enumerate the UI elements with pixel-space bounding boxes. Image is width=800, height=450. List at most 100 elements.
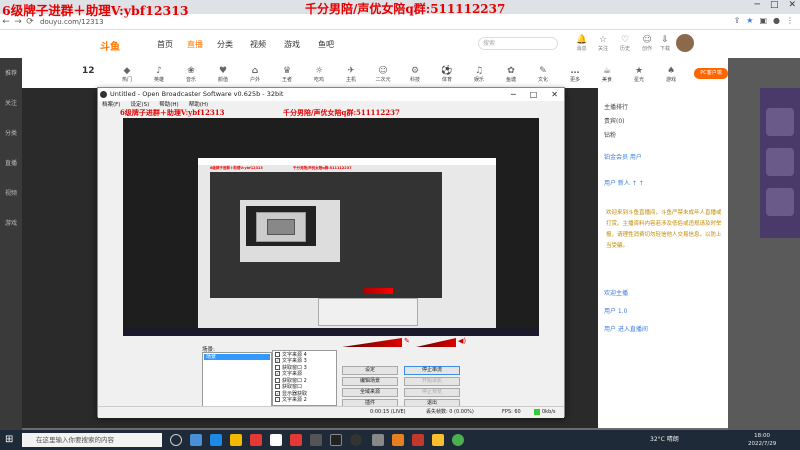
status-bitrate: 0kb/s — [542, 409, 556, 415]
source-checkbox[interactable] — [275, 397, 280, 403]
category-item[interactable]: ✿ 鱼塘 — [498, 66, 524, 83]
category-item[interactable]: ♠ 游戏 — [658, 66, 684, 83]
category-item[interactable]: ♪ 英雄 — [146, 66, 172, 83]
category-label: 王者 — [281, 77, 292, 83]
header-create[interactable]: ☺ 创作 — [642, 35, 652, 52]
gift-item[interactable] — [766, 108, 794, 136]
gift-item[interactable] — [766, 188, 794, 216]
profile-icon[interactable]: ● — [773, 16, 780, 25]
rail-item-recommend[interactable]: 推荐 — [3, 68, 19, 77]
source-checkbox[interactable] — [275, 377, 280, 383]
minimize-icon[interactable]: ─ — [755, 0, 760, 10]
header-bell[interactable]: 🔔 消息 — [576, 35, 587, 52]
obs-icon[interactable] — [350, 434, 362, 446]
source-checkbox[interactable] — [275, 351, 280, 357]
bookmark-star-icon[interactable]: ★ — [746, 16, 753, 25]
maximize-icon[interactable]: □ — [770, 0, 779, 10]
category-item[interactable]: ✈ 主机 — [338, 66, 364, 83]
global-sources-button[interactable]: 全域来源 — [342, 388, 398, 397]
app-icon[interactable] — [372, 434, 384, 446]
nested-preview-3 — [256, 212, 306, 242]
category-item[interactable]: ❀ 音乐 — [178, 66, 204, 83]
source-checkbox[interactable]: ✓ — [275, 371, 280, 377]
rail-item-follow[interactable]: 关注 — [3, 98, 19, 107]
menu-icon[interactable]: ⋮ — [786, 16, 794, 25]
category-item[interactable]: … 更多 — [562, 66, 588, 83]
taskbar-search-input[interactable]: 在这里输入你要搜索的内容 — [22, 433, 162, 447]
extensions-icon[interactable]: ▣ — [759, 16, 767, 25]
taskbar-clock[interactable]: 18:00 2022/7/29 — [748, 432, 776, 448]
category-item[interactable]: ♛ 王者 — [274, 66, 300, 83]
explorer-icon[interactable] — [230, 434, 242, 446]
category-item[interactable]: ☕ 美食 — [594, 66, 620, 83]
panel-rank[interactable]: 主播排行 — [604, 102, 628, 111]
app-icon[interactable] — [392, 434, 404, 446]
category-icon: ♛ — [282, 66, 292, 76]
mic-icon[interactable]: ✎ — [404, 337, 410, 345]
panel-fans[interactable]: 钻粉 — [604, 130, 616, 139]
app-icon[interactable] — [432, 434, 444, 446]
stop-stream-button[interactable]: 停止串流 — [404, 366, 460, 375]
category-item[interactable]: ✎ 文化 — [530, 66, 556, 83]
rail-item-live[interactable]: 直播 — [3, 158, 19, 167]
app-icon[interactable] — [190, 434, 202, 446]
speaker-icon[interactable]: ◀) — [458, 337, 466, 345]
nav-game[interactable]: 游戏 — [284, 39, 300, 50]
source-item[interactable]: 文字来源 2 — [273, 397, 336, 403]
share-icon[interactable]: ⇪ — [734, 16, 741, 25]
avatar[interactable] — [676, 34, 694, 52]
header-history[interactable]: ♡ 历史 — [620, 35, 630, 52]
nav-live[interactable]: 直播 — [187, 39, 203, 50]
edge-icon[interactable] — [210, 434, 222, 446]
start-record-button[interactable]: 开始录影 — [404, 377, 460, 386]
rail-item-category[interactable]: 分类 — [3, 128, 19, 137]
app-icon[interactable] — [270, 434, 282, 446]
gift-item[interactable] — [766, 148, 794, 176]
scene-item[interactable]: 场景 — [204, 354, 270, 360]
weather-widget[interactable]: 32°C 晴朗 — [650, 434, 679, 443]
category-icon: ♪ — [156, 66, 162, 76]
nav-home[interactable]: 首页 — [157, 39, 173, 50]
category-item[interactable]: ☺ 二次元 — [370, 66, 396, 83]
obs-maximize-icon[interactable]: □ — [530, 88, 538, 101]
category-item[interactable]: ☼ 吃鸡 — [306, 66, 332, 83]
header-follow[interactable]: ☆ 关注 — [598, 35, 608, 52]
category-item[interactable]: ⌂ 户外 — [242, 66, 268, 83]
obs-close-icon[interactable]: ✕ — [551, 88, 558, 101]
rail-item-video[interactable]: 视频 — [3, 188, 19, 197]
source-checkbox[interactable] — [275, 384, 280, 390]
obs-statusbar: 0:00:15 (LIVE) 丢失帧数: 0 (0.00%) FPS: 60 0… — [98, 406, 564, 416]
app-icon[interactable] — [290, 434, 302, 446]
app-icon[interactable] — [250, 434, 262, 446]
panel-vip[interactable]: 贵宾(0) — [604, 116, 625, 125]
category-item[interactable]: ♫ 娱乐 — [466, 66, 492, 83]
close-icon[interactable]: ✕ — [788, 0, 796, 10]
source-checkbox[interactable]: ✓ — [275, 358, 280, 364]
category-item[interactable]: ⚙ 科技 — [402, 66, 428, 83]
category-item[interactable]: ★ 星光 — [626, 66, 652, 83]
windows-start-icon[interactable]: ⊞ — [5, 434, 13, 445]
header-download[interactable]: ⇩ 下载 — [660, 35, 670, 52]
task-view-icon[interactable] — [170, 434, 182, 446]
nav-yuba[interactable]: 鱼吧 — [318, 39, 334, 50]
app-icon[interactable] — [330, 434, 342, 446]
edit-scene-button[interactable]: 编辑场景 — [342, 377, 398, 386]
nav-video[interactable]: 视频 — [250, 39, 266, 50]
source-checkbox[interactable]: ✓ — [275, 390, 280, 396]
settings-button[interactable]: 设定 — [342, 366, 398, 375]
category-item[interactable]: ⚽ 体育 — [434, 66, 460, 83]
site-search-input[interactable]: 搜索 — [478, 37, 558, 50]
pc-client-button[interactable]: PC客户端 — [694, 68, 728, 79]
site-logo[interactable]: 斗鱼 — [100, 38, 120, 53]
app-icon[interactable] — [412, 434, 424, 446]
category-item[interactable]: ◆ 热门 — [114, 66, 140, 83]
nav-category[interactable]: 分类 — [217, 39, 233, 50]
app-icon[interactable] — [310, 434, 322, 446]
rail-item-game[interactable]: 游戏 — [3, 218, 19, 227]
category-item[interactable]: ♥ 颜值 — [210, 66, 236, 83]
menu-file[interactable]: 档案(F) — [102, 101, 120, 110]
chrome-icon[interactable] — [452, 434, 464, 446]
obs-minimize-icon[interactable]: ─ — [511, 88, 516, 101]
preview-button[interactable]: 停止预览 — [404, 388, 460, 397]
source-checkbox[interactable] — [275, 364, 280, 370]
